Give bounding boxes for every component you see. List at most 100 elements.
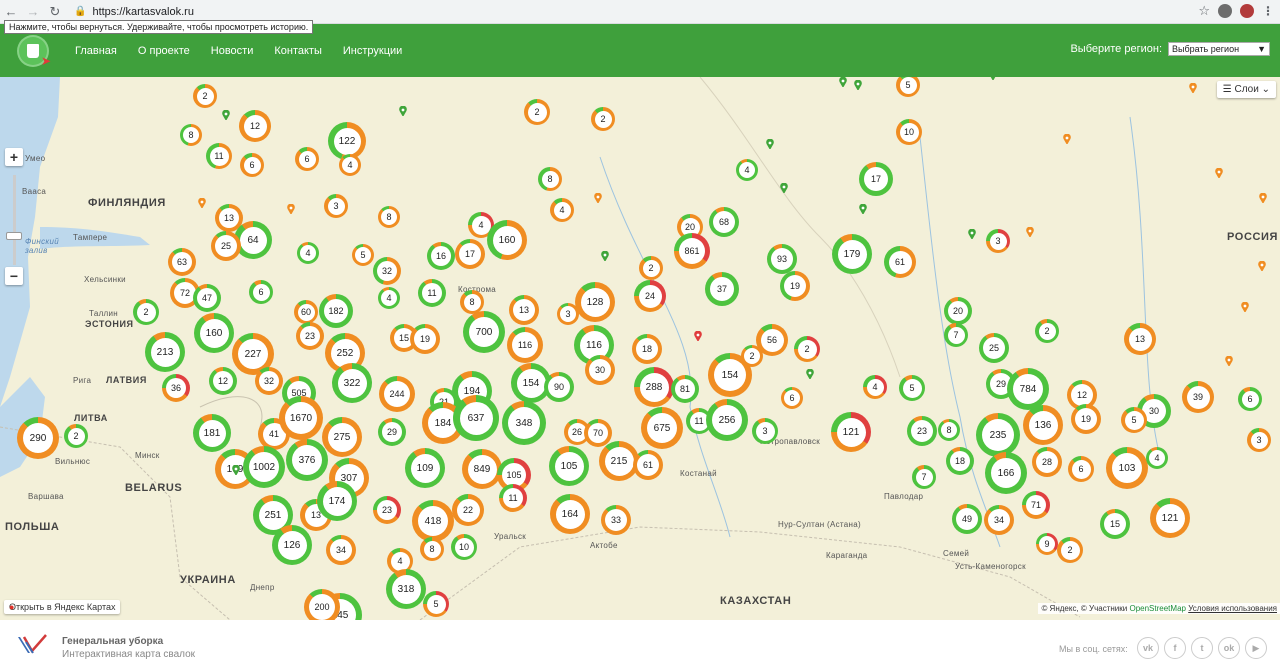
dump-cluster-marker[interactable]: 288 bbox=[634, 367, 674, 407]
dump-cluster-marker[interactable]: 11 bbox=[418, 279, 446, 307]
dump-cluster-marker[interactable]: 5 bbox=[899, 375, 925, 401]
dump-pin-icon[interactable] bbox=[1225, 356, 1233, 366]
dump-cluster-marker[interactable]: 1002 bbox=[243, 446, 285, 488]
dump-cluster-marker[interactable]: 3 bbox=[986, 229, 1010, 253]
dump-cluster-marker[interactable]: 4 bbox=[339, 154, 361, 176]
dump-cluster-marker[interactable]: 81 bbox=[671, 375, 699, 403]
dump-cluster-marker[interactable]: 30 bbox=[585, 355, 615, 385]
dump-cluster-marker[interactable]: 109 bbox=[405, 448, 445, 488]
nav-about[interactable]: О проекте bbox=[138, 45, 190, 57]
dump-pin-icon[interactable] bbox=[694, 331, 702, 341]
site-logo[interactable]: ➤ bbox=[17, 34, 51, 68]
dump-pin-icon[interactable] bbox=[287, 204, 295, 214]
dump-cluster-marker[interactable]: 136 bbox=[1023, 405, 1063, 445]
dump-cluster-marker[interactable]: 4 bbox=[1146, 447, 1168, 469]
dump-pin-icon[interactable] bbox=[399, 106, 407, 116]
dump-cluster-marker[interactable]: 275 bbox=[322, 417, 362, 457]
dump-cluster-marker[interactable]: 17 bbox=[859, 162, 893, 196]
dump-cluster-marker[interactable]: 25 bbox=[979, 333, 1009, 363]
dump-cluster-marker[interactable]: 2 bbox=[193, 84, 217, 108]
dump-cluster-marker[interactable]: 6 bbox=[295, 147, 319, 171]
dump-pin-icon[interactable] bbox=[222, 110, 230, 120]
dump-cluster-marker[interactable]: 2 bbox=[639, 256, 663, 280]
dump-cluster-marker[interactable]: 2 bbox=[524, 99, 550, 125]
dump-cluster-marker[interactable]: 348 bbox=[502, 401, 546, 445]
dump-cluster-marker[interactable]: 2 bbox=[1035, 319, 1059, 343]
dump-pin-icon[interactable] bbox=[839, 77, 847, 87]
dump-cluster-marker[interactable]: 19 bbox=[780, 271, 810, 301]
dump-cluster-marker[interactable]: 9 bbox=[1036, 533, 1058, 555]
dump-cluster-marker[interactable]: 13 bbox=[1124, 323, 1156, 355]
dump-cluster-marker[interactable]: 24 bbox=[634, 280, 666, 312]
dump-cluster-marker[interactable]: 49 bbox=[952, 504, 982, 534]
dump-cluster-marker[interactable]: 126 bbox=[272, 525, 312, 565]
dump-pin-icon[interactable] bbox=[780, 183, 788, 193]
dump-cluster-marker[interactable]: 63 bbox=[168, 248, 196, 276]
open-in-yandex-link[interactable]: ● Открыть в Яндекс Картах bbox=[4, 600, 121, 614]
dump-cluster-marker[interactable]: 33 bbox=[601, 505, 631, 535]
dump-cluster-marker[interactable]: 179 bbox=[832, 234, 872, 274]
bookmark-star-icon[interactable]: ☆ bbox=[1198, 3, 1210, 19]
dump-cluster-marker[interactable]: 36 bbox=[162, 374, 190, 402]
dump-cluster-marker[interactable]: 2 bbox=[1057, 537, 1083, 563]
dump-cluster-marker[interactable]: 17 bbox=[455, 239, 485, 269]
nav-home[interactable]: Главная bbox=[75, 45, 117, 57]
dump-cluster-marker[interactable]: 418 bbox=[412, 500, 454, 542]
extension-icon[interactable] bbox=[1218, 4, 1232, 18]
dump-cluster-marker[interactable]: 675 bbox=[641, 407, 683, 449]
dump-cluster-marker[interactable]: 1670 bbox=[279, 396, 323, 440]
dump-cluster-marker[interactable]: 18 bbox=[946, 447, 974, 475]
dump-cluster-marker[interactable]: 849 bbox=[462, 449, 502, 489]
dump-cluster-marker[interactable]: 19 bbox=[1071, 404, 1101, 434]
vk-icon[interactable]: vk bbox=[1137, 637, 1159, 659]
dump-cluster-marker[interactable]: 28 bbox=[1032, 447, 1062, 477]
dump-cluster-marker[interactable]: 32 bbox=[255, 367, 283, 395]
dump-cluster-marker[interactable]: 2 bbox=[133, 299, 159, 325]
dump-cluster-marker[interactable]: 318 bbox=[386, 569, 426, 609]
dump-cluster-marker[interactable]: 105 bbox=[549, 446, 589, 486]
dump-cluster-marker[interactable]: 2 bbox=[591, 107, 615, 131]
dump-pin-icon[interactable] bbox=[1026, 227, 1034, 237]
dump-cluster-marker[interactable]: 128 bbox=[575, 282, 615, 322]
dump-cluster-marker[interactable]: 8 bbox=[538, 167, 562, 191]
osm-link[interactable]: OpenStreetMap bbox=[1129, 604, 1185, 613]
dump-cluster-marker[interactable]: 3 bbox=[557, 303, 579, 325]
dump-cluster-marker[interactable]: 25 bbox=[211, 231, 241, 261]
dump-cluster-marker[interactable]: 2 bbox=[741, 345, 763, 367]
dump-cluster-marker[interactable]: 16 bbox=[427, 242, 455, 270]
zoom-track[interactable] bbox=[13, 175, 16, 265]
dump-cluster-marker[interactable]: 34 bbox=[984, 505, 1014, 535]
dump-cluster-marker[interactable]: 68 bbox=[709, 207, 739, 237]
extension-red-icon[interactable] bbox=[1240, 4, 1254, 18]
dump-cluster-marker[interactable]: 13 bbox=[509, 295, 539, 325]
dump-cluster-marker[interactable]: 244 bbox=[379, 376, 415, 412]
dump-cluster-marker[interactable]: 4 bbox=[297, 242, 319, 264]
dump-cluster-marker[interactable]: 20 bbox=[944, 297, 972, 325]
general-cleanup-logo[interactable] bbox=[16, 633, 48, 655]
dump-cluster-marker[interactable]: 23 bbox=[907, 416, 937, 446]
dump-cluster-marker[interactable]: 6 bbox=[240, 153, 264, 177]
map[interactable]: ФИНЛЯНДИЯ РОССИЯ ЭСТОНИЯ ЛАТВИЯ ЛИТВА BE… bbox=[0, 77, 1280, 620]
dump-cluster-marker[interactable]: 160 bbox=[487, 220, 527, 260]
dump-cluster-marker[interactable]: 8 bbox=[938, 419, 960, 441]
dump-cluster-marker[interactable]: 6 bbox=[1238, 387, 1262, 411]
dump-pin-icon[interactable] bbox=[806, 369, 814, 379]
dump-cluster-marker[interactable]: 6 bbox=[1068, 456, 1094, 482]
nav-instructions[interactable]: Инструкции bbox=[343, 45, 402, 57]
dump-pin-icon[interactable] bbox=[1259, 193, 1267, 203]
dump-pin-icon[interactable] bbox=[1063, 134, 1071, 144]
dump-cluster-marker[interactable]: 22 bbox=[452, 494, 484, 526]
dump-cluster-marker[interactable]: 60 bbox=[294, 300, 318, 324]
dump-cluster-marker[interactable]: 34 bbox=[326, 535, 356, 565]
dump-cluster-marker[interactable]: 213 bbox=[145, 332, 185, 372]
dump-cluster-marker[interactable]: 322 bbox=[332, 363, 372, 403]
dump-cluster-marker[interactable]: 6 bbox=[249, 280, 273, 304]
dump-cluster-marker[interactable]: 8 bbox=[420, 537, 444, 561]
dump-cluster-marker[interactable]: 15 bbox=[1100, 509, 1130, 539]
dump-cluster-marker[interactable]: 29 bbox=[378, 418, 406, 446]
dump-cluster-marker[interactable]: 164 bbox=[550, 494, 590, 534]
dump-cluster-marker[interactable]: 37 bbox=[705, 272, 739, 306]
address-bar[interactable]: 🔒 https://kartasvalok.ru bbox=[74, 6, 194, 18]
facebook-icon[interactable]: f bbox=[1164, 637, 1186, 659]
dump-cluster-marker[interactable]: 103 bbox=[1106, 447, 1148, 489]
